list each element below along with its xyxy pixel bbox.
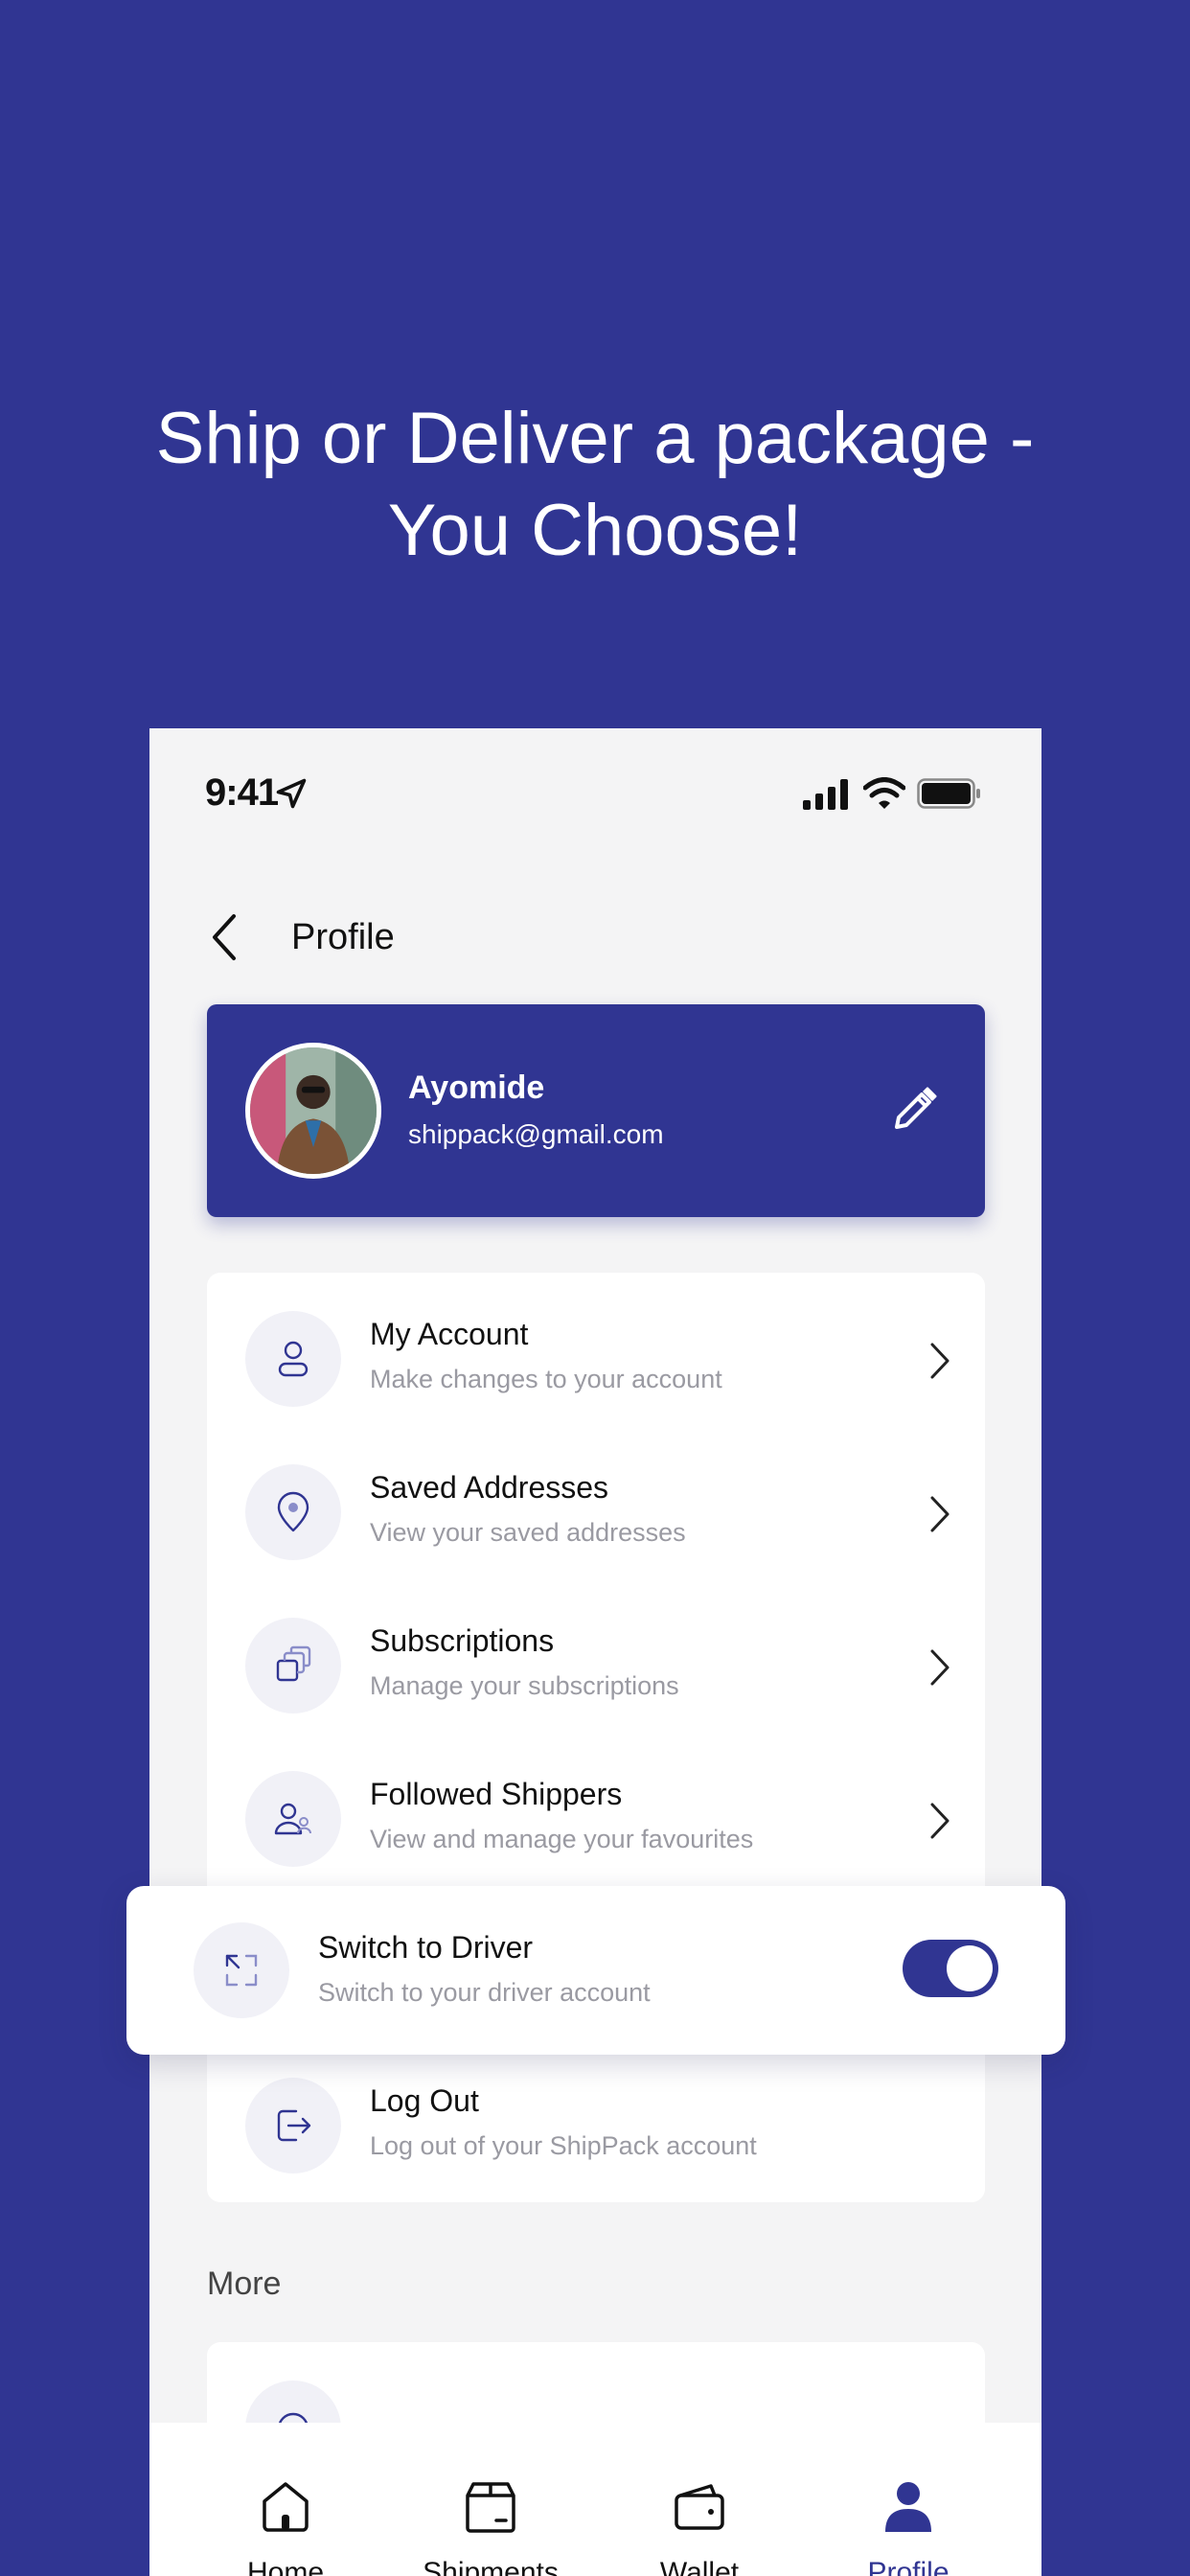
logout-icon: [277, 2109, 311, 2142]
profile-card: Ayomide shippack@gmail.com: [207, 1004, 985, 1217]
menu-item-log-out[interactable]: Log Out Log out of your ShipPack account: [207, 2039, 985, 2193]
wifi-icon: [863, 777, 905, 809]
menu-item-subtitle: Manage your subscriptions: [370, 1671, 679, 1700]
home-icon: [263, 2482, 309, 2532]
menu-item-subscriptions[interactable]: Subscriptions Manage your subscriptions: [207, 1579, 985, 1733]
menu-item-title: Followed Shippers: [370, 1777, 623, 1811]
menu-item-title: My Account: [370, 1317, 529, 1351]
nav-bar: Profile: [149, 862, 1041, 978]
user-icon: [278, 1341, 309, 1377]
tab-label: Profile: [867, 2557, 950, 2576]
people-icon: [274, 1803, 311, 1835]
tab-bar: Home Shipments Wallet Profile: [149, 2423, 1041, 2576]
signal-icon: [803, 779, 848, 810]
menu-item-title: Log Out: [370, 2083, 479, 2118]
chevron-right-icon: [930, 1803, 950, 1839]
phone-screen: 9:41 Profile Ayomide shippack@gmail.com …: [149, 728, 1041, 2576]
tab-label: Home: [246, 2557, 325, 2576]
menu-item-subtitle: View and manage your favourites: [370, 1825, 754, 1853]
tab-wallet[interactable]: Wallet: [604, 2423, 795, 2576]
avatar: [245, 1043, 381, 1179]
person-icon: [885, 2482, 931, 2532]
tab-profile[interactable]: Profile: [812, 2423, 1004, 2576]
stacked-cards-icon: [276, 1645, 311, 1682]
tab-label: Shipments: [423, 2557, 559, 2576]
profile-email: shippack@gmail.com: [408, 1119, 664, 1149]
menu-item-title: Saved Addresses: [370, 1470, 609, 1505]
battery-icon: [917, 778, 980, 809]
switch-to-driver-card[interactable]: Switch to Driver Switch to your driver a…: [126, 1886, 1065, 2055]
menu-item-followed-shippers[interactable]: Followed Shippers View and manage your f…: [207, 1733, 985, 1886]
menu-item-subtitle: Log out of your ShipPack account: [370, 2131, 757, 2160]
wallet-icon: [675, 2484, 724, 2530]
profile-name: Ayomide: [408, 1070, 545, 1106]
headline-line-2: You Choose!: [387, 490, 803, 571]
headline: Ship or Deliver a package - You Choose!: [0, 393, 1190, 577]
location-pin-icon: [277, 1491, 309, 1532]
status-bar: 9:41: [149, 728, 1041, 862]
section-label-more: More: [207, 2266, 282, 2302]
menu-item-subtitle: View your saved addresses: [370, 1518, 686, 1547]
menu-item-my-account[interactable]: My Account Make changes to your account: [207, 1273, 985, 1426]
driver-toggle[interactable]: [903, 1940, 998, 1997]
menu-item-subtitle: Make changes to your account: [370, 1365, 722, 1393]
toggle-knob: [947, 1945, 993, 1991]
headline-line-1: Ship or Deliver a package -: [155, 398, 1035, 479]
chevron-right-icon: [930, 1343, 950, 1379]
pencil-icon[interactable]: [889, 1085, 939, 1135]
switch-title: Switch to Driver: [318, 1930, 534, 1965]
switch-arrows-icon: [225, 1954, 258, 1987]
menu-item-title: Subscriptions: [370, 1623, 555, 1658]
tab-shipments[interactable]: Shipments: [395, 2423, 586, 2576]
tab-home[interactable]: Home: [190, 2423, 381, 2576]
location-arrow-icon: [276, 778, 307, 809]
switch-subtitle: Switch to your driver account: [318, 1978, 651, 2007]
box-icon: [466, 2482, 515, 2533]
page-title: Profile: [291, 917, 395, 957]
menu-item-saved-addresses[interactable]: Saved Addresses View your saved addresse…: [207, 1426, 985, 1579]
status-time: 9:41: [205, 771, 279, 814]
menu-card: My Account Make changes to your account …: [207, 1273, 985, 2202]
chevron-right-icon: [930, 1649, 950, 1686]
chevron-right-icon: [930, 1496, 950, 1532]
chevron-left-icon[interactable]: [205, 910, 243, 964]
tab-label: Wallet: [659, 2557, 740, 2576]
